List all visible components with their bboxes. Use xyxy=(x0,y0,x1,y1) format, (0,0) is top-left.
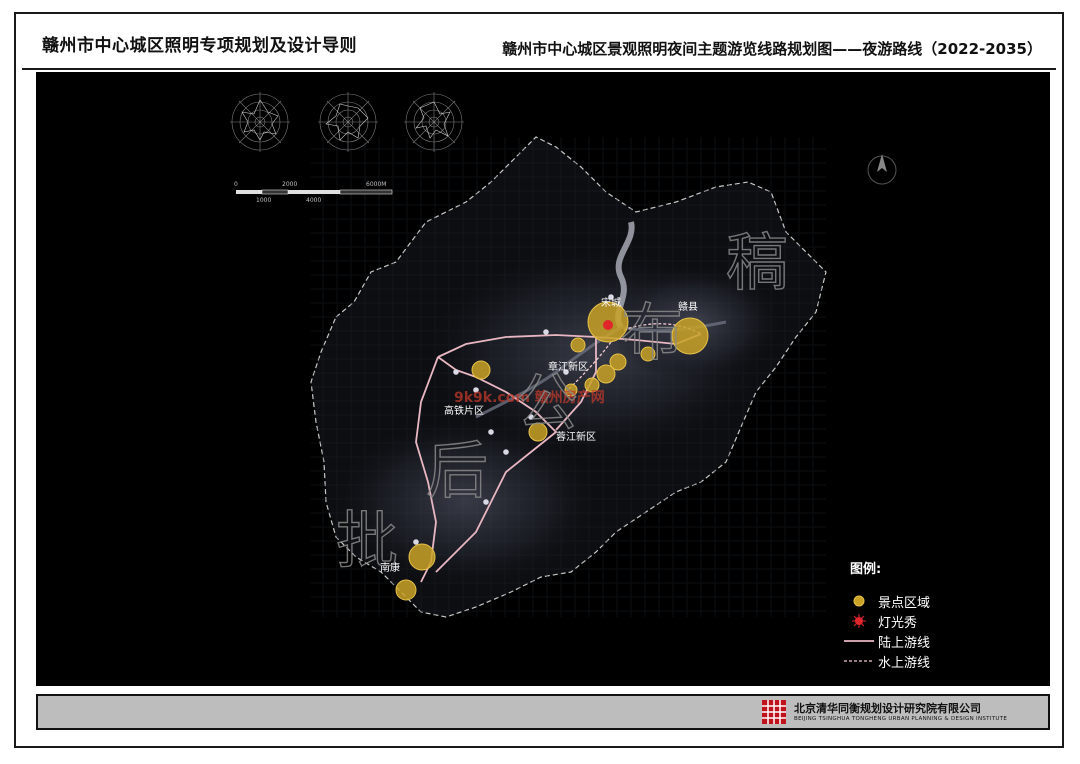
wind-rose-2 xyxy=(318,92,378,152)
institute-name-en: BEIJING TSINGHUA TONGHENG URBAN PLANNING… xyxy=(794,716,1008,722)
minor-node xyxy=(488,429,494,435)
watermark-char: 后 xyxy=(426,434,488,507)
sheet-header: 赣州市中心城区照明专项规划及设计导则 赣州市中心城区景观照明夜间主题游览线路规划… xyxy=(16,14,1062,68)
watermark-char: 布 xyxy=(621,296,683,369)
night-tour-map: 宋城 赣县 章江新区 高铁片区 蓉江新区 南康 9k9k.com 赣州房产网 批… xyxy=(36,72,1050,686)
report-title: 赣州市中心城区照明专项规划及设计导则 xyxy=(42,36,357,56)
header-divider xyxy=(22,68,1056,70)
minor-node xyxy=(503,449,509,455)
watermark-char: 公 xyxy=(516,366,578,439)
institute-logo-icon xyxy=(762,700,786,724)
light-show-marker xyxy=(603,320,613,330)
map-legend: 图例: 景点区域 灯光秀 陆上游线 水上游线 xyxy=(844,558,1024,671)
legend-label: 水上游线 xyxy=(878,656,931,671)
watermark-char: 批 xyxy=(336,504,398,577)
legend-label: 景点区域 xyxy=(878,596,931,611)
legend-title: 图例: xyxy=(850,562,882,577)
scale-segment xyxy=(261,189,289,195)
scale-segment xyxy=(339,189,393,195)
scenic-area-icon xyxy=(853,595,865,607)
scale-segment xyxy=(288,190,340,194)
label-songcheng: 宋城 xyxy=(601,296,621,309)
scenic-area xyxy=(570,337,586,353)
scale-tick: 6000M xyxy=(366,181,386,188)
wind-rose-3 xyxy=(404,92,464,152)
scale-tick: 1000 xyxy=(256,197,271,204)
minor-node xyxy=(543,329,549,335)
scenic-area-nankang xyxy=(408,543,436,571)
institute-name-cn: 北京清华同衡规划设计研究院有限公司 xyxy=(794,702,981,715)
minor-node xyxy=(453,369,459,375)
water-route-icon xyxy=(844,660,874,662)
north-arrow-icon xyxy=(867,154,897,185)
minor-node xyxy=(413,539,419,545)
drawing-sheet: 赣州市中心城区照明专项规划及设计导则 赣州市中心城区景观照明夜间主题游览线路规划… xyxy=(14,12,1064,748)
light-show-icon xyxy=(852,614,866,628)
legend-label: 灯光秀 xyxy=(878,616,918,631)
map-title: 赣州市中心城区景观照明夜间主题游览线路规划图——夜游路线（2022-2035） xyxy=(502,40,1042,58)
land-route-icon xyxy=(844,640,874,642)
watermark-char: 稿 xyxy=(726,226,788,299)
scenic-area-gaotie xyxy=(471,360,491,380)
scenic-area xyxy=(395,579,417,601)
scale-tick: 0 xyxy=(234,181,238,188)
wind-rose-1 xyxy=(230,92,290,152)
scale-tick: 4000 xyxy=(306,197,321,204)
legend-label: 陆上游线 xyxy=(878,636,931,651)
scale-segment xyxy=(236,190,262,194)
title-block: 北京清华同衡规划设计研究院有限公司 BEIJING TSINGHUA TONGH… xyxy=(36,694,1050,730)
scenic-area xyxy=(596,364,616,384)
scale-tick: 2000 xyxy=(282,181,297,188)
